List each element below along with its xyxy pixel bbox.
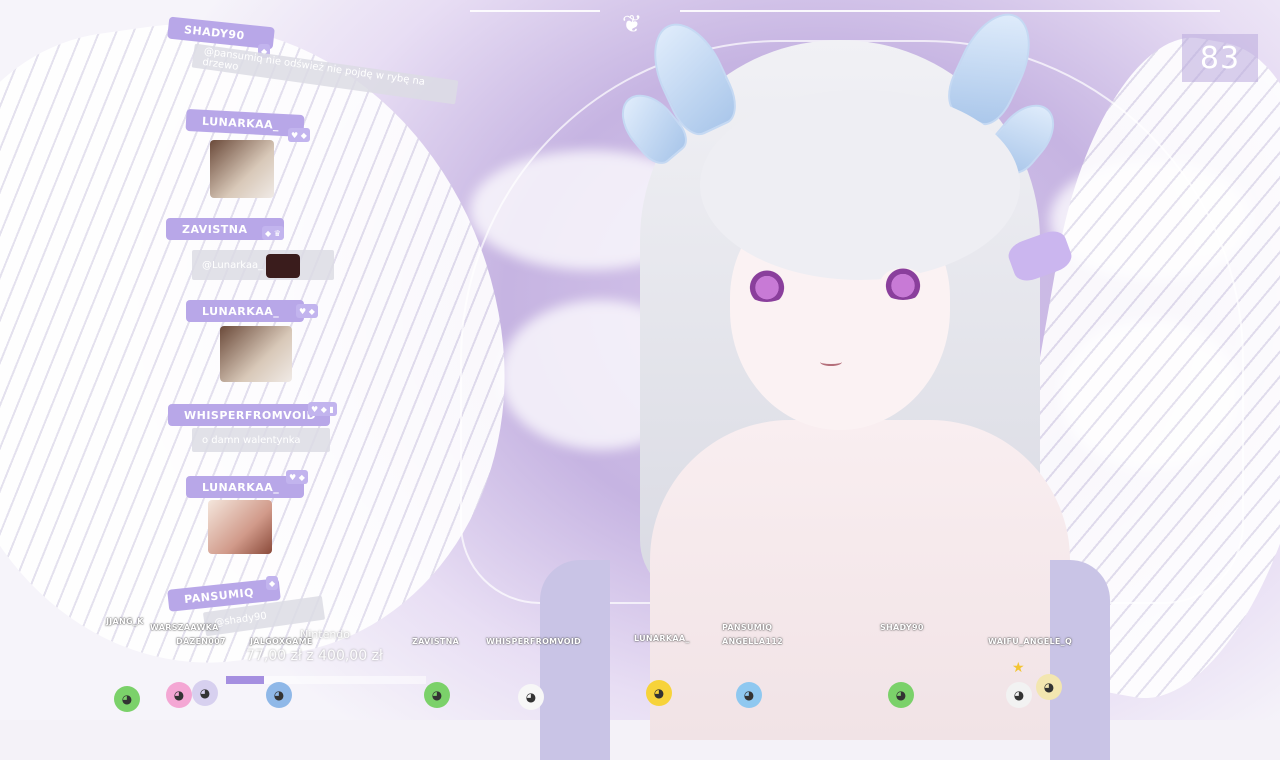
viewer-pet: ◕ [736,682,762,708]
viewer-name: WHISPERFROMVOID [486,637,582,646]
viewer-name: ZAVISTNA [412,637,460,646]
chat-message: o damn walentynka [192,428,330,452]
chat-emote [210,140,274,198]
viewer-pet: ◕ [424,682,450,708]
chat-message: @Lunarkaa_ [192,250,334,280]
top-line-right [680,10,1220,12]
chat-emote [266,254,300,278]
viewer-pet: ◕ [518,684,544,710]
counter-value: 83 [1199,40,1241,76]
viewer-name: WAIFU_ANGELE_Q [988,637,1073,646]
left-eye [744,270,790,302]
goal-progress: 77,00 zł z 400,00 zł [246,648,383,664]
viewer-name: ANGELLA112 [722,637,784,646]
goal-bar-fill [226,676,264,684]
goal-bar [226,676,426,684]
hair-bang [700,90,1020,280]
viewer-pet: ◕ [166,682,192,708]
viewer-counter: 83 [1182,34,1258,82]
chat-badge: ♥ ◆ [286,470,308,484]
butterfly-icon: ❦ [622,10,643,38]
viewer-pet: ◕ [192,680,218,706]
viewer-pet: ◕ [888,682,914,708]
goal-target: 400,00 zł [318,648,383,664]
star-icon: ★ [1012,660,1025,676]
mouth [820,358,842,366]
chat-emote [208,500,272,554]
chat-badge: ♥ ◆ [288,128,310,142]
viewer-name: JJANG_K [106,617,144,626]
viewer-pet: ◕ [1036,674,1062,700]
viewer-name: DAZEN007 [176,637,226,646]
viewer-name: SHADY90 [880,623,924,632]
chat-badge: ◆ [266,576,279,590]
chat-message: @pansumiq nie odśwież nie pojdę w rybę n… [191,43,459,105]
goal-raised: 77,00 zł [246,648,302,664]
chat-emote [220,326,292,382]
viewer-name: LUNARKAA_ [634,634,690,643]
viewer-name: PANSUMIQ [722,623,773,632]
chat-username: WHISPERFROMVOID [168,404,330,426]
viewer-name: JALGOXGAME [250,637,313,646]
viewer-pet: ◕ [1006,682,1032,708]
viewer-pet: ◕ [266,682,292,708]
top-line-left [470,10,600,12]
viewer-name: WARSZAAWKA [150,623,219,632]
right-eye [880,268,926,300]
viewer-pet: ◕ [646,680,672,706]
chat-panel: SHADY90 ◆ @pansumiq nie odśwież nie pojd… [0,0,480,720]
viewer-pet: ◕ [114,686,140,712]
chat-badge: ♥ ◆ ▮ [308,402,337,416]
chat-badge: ♥ ◆ [296,304,318,318]
goal-separator: z [306,648,314,664]
chat-username: LUNARKAA_ [186,300,304,322]
chat-badge: ◆ ♛ [262,226,284,240]
chat-username: LUNARKAA_ [185,108,305,138]
